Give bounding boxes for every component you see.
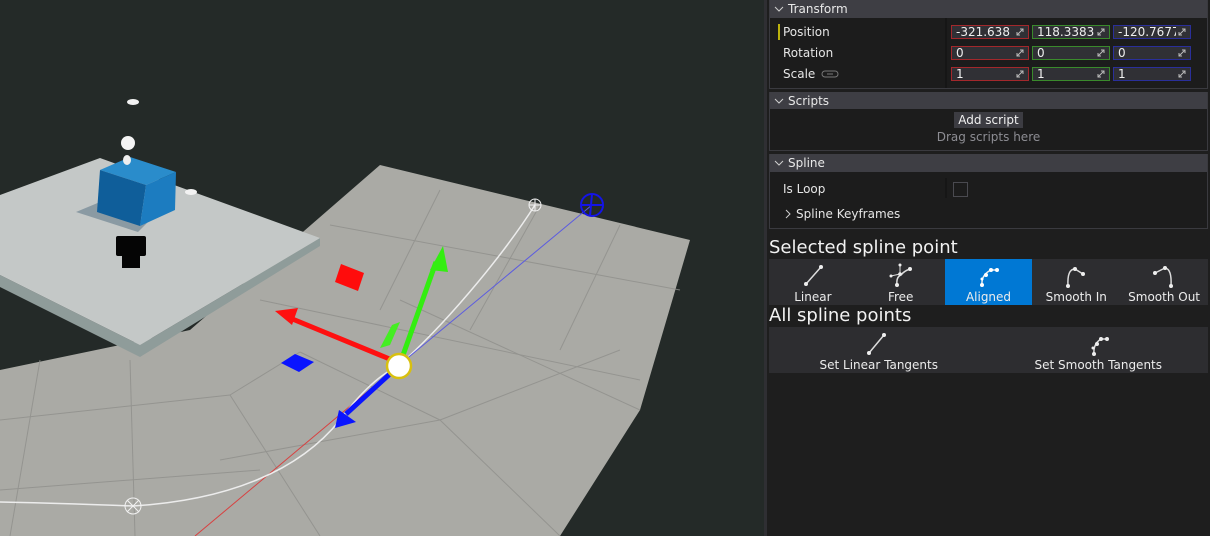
scale-label-wrap: Scale [770,67,940,81]
drag-scripts-hint: Drag scripts here [936,130,1041,144]
spline-header[interactable]: Spline [770,154,1207,172]
tangent-mode-bar: Linear Free Aligned Smooth In Smooth Out [769,259,1208,305]
mode-aligned-button[interactable]: Aligned [944,259,1033,305]
mode-label: Free [887,290,914,304]
selected-row-marker [778,24,780,40]
linear-tangent-icon [866,333,886,355]
expand-arrows-icon[interactable] [1176,25,1188,38]
set-smooth-tangents-button[interactable]: Set Smooth Tangents [989,327,1209,373]
mode-linear-button[interactable]: Linear [769,259,857,305]
mode-label: Smooth In [1045,290,1107,304]
chevron-right-icon[interactable] [783,209,793,219]
spline-keyframes-label: Spline Keyframes [796,207,901,221]
scale-label: Scale [783,66,816,81]
mode-label: Aligned [965,290,1012,304]
all-points-title: All spline points [769,305,912,326]
rotation-x-field[interactable]: 0 [951,45,1029,60]
rotation-y-value: 0 [1037,45,1045,60]
position-x-value: -321.638 [956,24,1010,39]
action-label: Set Smooth Tangents [1034,358,1163,372]
expand-arrows-icon[interactable] [1176,67,1188,80]
transform-group: Transform Position -321.638 118.33835 -1… [769,0,1208,89]
link-scale-icon[interactable] [821,69,839,79]
position-row: Position -321.638 118.33835 -120.76773 [770,21,1207,42]
scene-viewport[interactable] [0,0,764,536]
rotation-z-field[interactable]: 0 [1113,45,1191,60]
expand-arrows-icon[interactable] [1014,25,1026,38]
scripts-header-label: Scripts [788,93,830,108]
column-separator [945,178,947,198]
linear-tangent-icon [803,265,823,286]
transform-header[interactable]: Transform [770,0,1207,18]
scripts-header[interactable]: Scripts [770,92,1207,109]
smooth-out-tangent-icon [1153,266,1174,288]
selected-point-title: Selected spline point [769,237,958,258]
spline-body: Is Loop Spline Keyframes [770,172,1207,228]
position-z-field[interactable]: -120.76773 [1113,24,1191,39]
chevron-down-icon [774,98,784,104]
mode-label: Linear [794,290,832,304]
rotation-x-value: 0 [956,45,964,60]
smooth-tangent-icon [1091,337,1110,356]
rotation-z-value: 0 [1118,45,1126,60]
expand-arrows-icon[interactable] [1014,46,1026,59]
smooth-in-tangent-icon [1066,267,1086,288]
spline-header-label: Spline [788,156,825,170]
light-marker-icon[interactable] [185,189,197,195]
position-label: Position [783,24,830,39]
mode-smooth-in-button[interactable]: Smooth In [1032,259,1120,305]
spline-group: Spline Is Loop Spline Keyframes [769,154,1208,229]
transform-header-label: Transform [788,2,848,16]
tangent-handle[interactable] [580,193,604,217]
light-marker-icon[interactable] [127,99,139,105]
free-tangent-icon [889,263,912,287]
properties-panel: Transform Position -321.638 118.33835 -1… [767,0,1210,536]
light-marker-icon[interactable] [123,155,131,165]
is-loop-row: Is Loop [770,176,1207,202]
spline-point-marker[interactable] [528,198,542,212]
expand-arrows-icon[interactable] [1176,46,1188,59]
rotation-values: 0 0 0 [951,45,1191,60]
scale-y-field[interactable]: 1 [1032,66,1110,81]
scale-values: 1 1 1 [951,66,1191,81]
scripts-group: Scripts Add script Drag scripts here [769,92,1208,151]
scale-y-value: 1 [1037,66,1045,81]
scale-x-field[interactable]: 1 [951,66,1029,81]
add-script-button[interactable]: Add script [954,112,1023,128]
expand-arrows-icon[interactable] [1095,67,1107,80]
is-loop-label: Is Loop [783,182,826,196]
rotation-y-field[interactable]: 0 [1032,45,1110,60]
scripts-body: Add script Drag scripts here [770,109,1207,150]
mode-smooth-out-button[interactable]: Smooth Out [1120,259,1208,305]
light-marker-icon[interactable] [121,136,135,150]
selected-spline-point[interactable] [385,352,413,380]
set-linear-tangents-button[interactable]: Set Linear Tangents [769,327,989,373]
expand-arrows-icon[interactable] [1014,67,1026,80]
all-points-action-bar: Set Linear Tangents Set Smooth Tangents [769,327,1208,373]
expand-arrows-icon[interactable] [1095,46,1107,59]
rotation-row: Rotation 0 0 0 [770,42,1207,63]
scale-row: Scale 1 1 1 [770,63,1207,84]
scene-render[interactable] [0,0,764,536]
position-y-value: 118.33835 [1037,24,1102,39]
chevron-down-icon [774,6,784,12]
is-loop-checkbox[interactable] [953,181,968,197]
position-x-field[interactable]: -321.638 [951,24,1029,39]
position-y-field[interactable]: 118.33835 [1032,24,1110,39]
scale-z-value: 1 [1118,66,1126,81]
chevron-down-icon [774,160,784,166]
expand-arrows-icon[interactable] [1095,25,1107,38]
spline-keyframes-row[interactable]: Spline Keyframes [770,202,1207,226]
position-values: -321.638 118.33835 -120.76773 [951,24,1191,39]
action-label: Set Linear Tangents [819,358,939,372]
scale-x-value: 1 [956,66,964,81]
aligned-tangent-icon [980,268,1000,287]
mode-label: Smooth Out [1128,290,1201,304]
scale-z-field[interactable]: 1 [1113,66,1191,81]
mode-free-button[interactable]: Free [857,259,945,305]
rotation-label: Rotation [783,45,834,60]
transform-body: Position -321.638 118.33835 -120.76773 R… [770,18,1207,88]
